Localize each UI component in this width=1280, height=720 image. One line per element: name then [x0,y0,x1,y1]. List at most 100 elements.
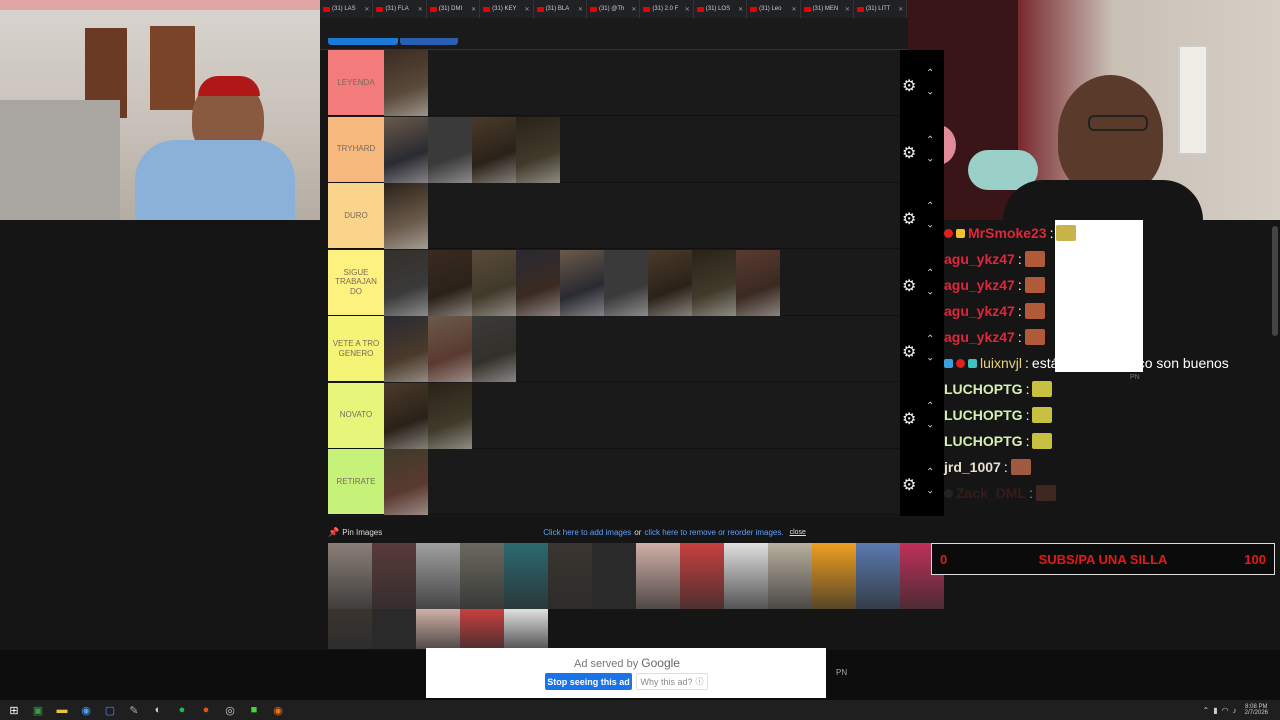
chat-username[interactable]: LUCHOPTG [944,433,1023,449]
chat-scrollbar[interactable] [1272,226,1278,336]
tier-label[interactable]: DURO [328,183,384,248]
browser-tab[interactable]: (31) LAS ✕ [320,0,374,18]
why-ad-button[interactable]: Why this ad? ⓘ [636,673,708,690]
chat-username[interactable]: agu_ykz47 [944,329,1015,345]
chrome-canary-icon[interactable]: ◉ [266,700,290,720]
chevron-up-icon[interactable]: ⌃ [926,201,934,212]
tier-item-image[interactable] [692,249,736,316]
tier-item-image[interactable] [428,116,472,183]
pen-icon[interactable]: ✎ [122,700,146,720]
chat-username[interactable]: LUCHOPTG [944,381,1023,397]
header-button[interactable] [328,38,398,45]
chrome-icon[interactable]: ◉ [74,700,98,720]
browser-tab[interactable]: (31) FLA ✕ [373,0,427,18]
chevron-down-icon[interactable]: ⌃ [926,483,934,494]
gear-icon[interactable]: ⚙ [902,209,916,229]
spotify-icon[interactable]: ● [170,700,194,720]
pinned-image[interactable] [592,543,636,609]
chevron-down-icon[interactable]: ⌃ [926,417,934,428]
gear-icon[interactable]: ⚙ [902,409,916,429]
tier-item-image[interactable] [428,316,472,382]
pinned-image[interactable] [460,609,504,649]
add-images-link[interactable]: Click here to add images [543,528,631,537]
tier-item-image[interactable] [384,50,428,116]
gear-icon[interactable]: ⚙ [902,76,916,96]
close-icon[interactable]: ✕ [578,6,583,13]
tier-item-image[interactable] [736,249,780,316]
tier-label[interactable]: TRYHARD [328,116,384,182]
tier-label[interactable]: RETIRATE [328,449,384,514]
tier-item-image[interactable] [428,249,472,316]
start-icon[interactable]: ⊞ [2,700,26,720]
chevron-up-icon[interactable]: ⌃ [926,334,934,345]
tier-item-image[interactable] [384,249,428,316]
pinned-image[interactable] [724,543,768,609]
chat-username[interactable]: luixnvjl [980,355,1022,371]
chat-username[interactable]: agu_ykz47 [944,277,1015,293]
pinned-image[interactable] [636,543,680,609]
tier-label[interactable]: SIGUE TRABAJAN DO [328,249,384,315]
close-icon[interactable]: ✕ [738,6,743,13]
tier-item-image[interactable] [604,249,648,316]
chevron-down-icon[interactable]: ⌃ [926,350,934,361]
browser-tab[interactable]: (31) MEN ✕ [801,0,854,18]
kick-icon[interactable]: ■ [242,700,266,720]
close-icon[interactable]: ✕ [418,6,423,13]
remove-images-link[interactable]: click here to remove or reorder images. [644,528,783,537]
chat-username[interactable]: MrSmoke23 [968,225,1047,241]
tier-item-image[interactable] [472,116,516,183]
chevron-up-icon[interactable]: ⌃ [1203,706,1210,715]
pinned-image[interactable] [504,609,548,649]
tier-item-image[interactable] [428,382,472,449]
header-button[interactable] [400,38,458,45]
gear-icon[interactable]: ⚙ [902,143,916,163]
volume-icon[interactable]: ♪ [1233,706,1237,715]
browser-tab[interactable]: (31) BLA ✕ [534,0,587,18]
chevron-down-icon[interactable]: ⌃ [926,84,934,95]
pinned-image[interactable] [548,543,592,609]
close-icon[interactable]: ✕ [471,6,476,13]
tier-label[interactable]: NOVATO [328,382,384,448]
tier-item-image[interactable] [384,449,428,515]
chevron-down-icon[interactable]: ⌃ [926,217,934,228]
pinned-image[interactable] [504,543,548,609]
close-icon[interactable]: ✕ [898,6,903,13]
chat-username[interactable]: agu_ykz47 [944,303,1015,319]
browser-tab[interactable]: (31) 2.0 F ✕ [640,0,694,18]
pinned-image[interactable] [328,543,372,609]
pinned-image[interactable] [768,543,812,609]
chevron-up-icon[interactable]: ⌃ [926,68,934,79]
app-icon[interactable]: ▢ [98,700,122,720]
chevron-down-icon[interactable]: ⌃ [926,151,934,162]
browser-tab[interactable]: (31) Leo ✕ [747,0,801,18]
tier-item-image[interactable] [472,249,516,316]
close-link[interactable]: close [790,529,806,536]
tier-item-image[interactable] [472,316,516,382]
gear-icon[interactable]: ⚙ [902,475,916,495]
tier-label[interactable]: LEYENDA [328,50,384,115]
tier-item-image[interactable] [560,249,604,316]
chevron-down-icon[interactable]: ⌃ [926,284,934,295]
browser-tab[interactable]: (31) LOS ✕ [694,0,748,18]
clock[interactable]: 8:08 PM 2/7/2026 [1245,704,1268,717]
browser-tab[interactable]: (31) KEY ✕ [480,0,534,18]
tier-item-image[interactable] [384,183,428,249]
tier-item-image[interactable] [384,382,428,449]
close-icon[interactable]: ✕ [685,6,690,13]
tier-label[interactable]: VETE A TRO GENERO [328,316,384,381]
gear-icon[interactable]: ⚙ [902,342,916,362]
terminal-icon[interactable]: ▣ [26,700,50,720]
pinned-image[interactable] [812,543,856,609]
chat-username[interactable]: agu_ykz47 [944,251,1015,267]
close-icon[interactable]: ✕ [791,6,796,13]
tier-item-image[interactable] [384,316,428,382]
steam-icon[interactable]: ◐ [146,700,170,720]
pinned-image[interactable] [416,543,460,609]
pinned-image[interactable] [372,543,416,609]
close-icon[interactable]: ✕ [525,6,530,13]
pinned-image[interactable] [856,543,900,609]
firefox-icon[interactable]: ● [194,700,218,720]
tier-item-image[interactable] [516,116,560,183]
browser-tab[interactable]: (31) LITT ✕ [854,0,908,18]
chevron-up-icon[interactable]: ⌃ [926,268,934,279]
